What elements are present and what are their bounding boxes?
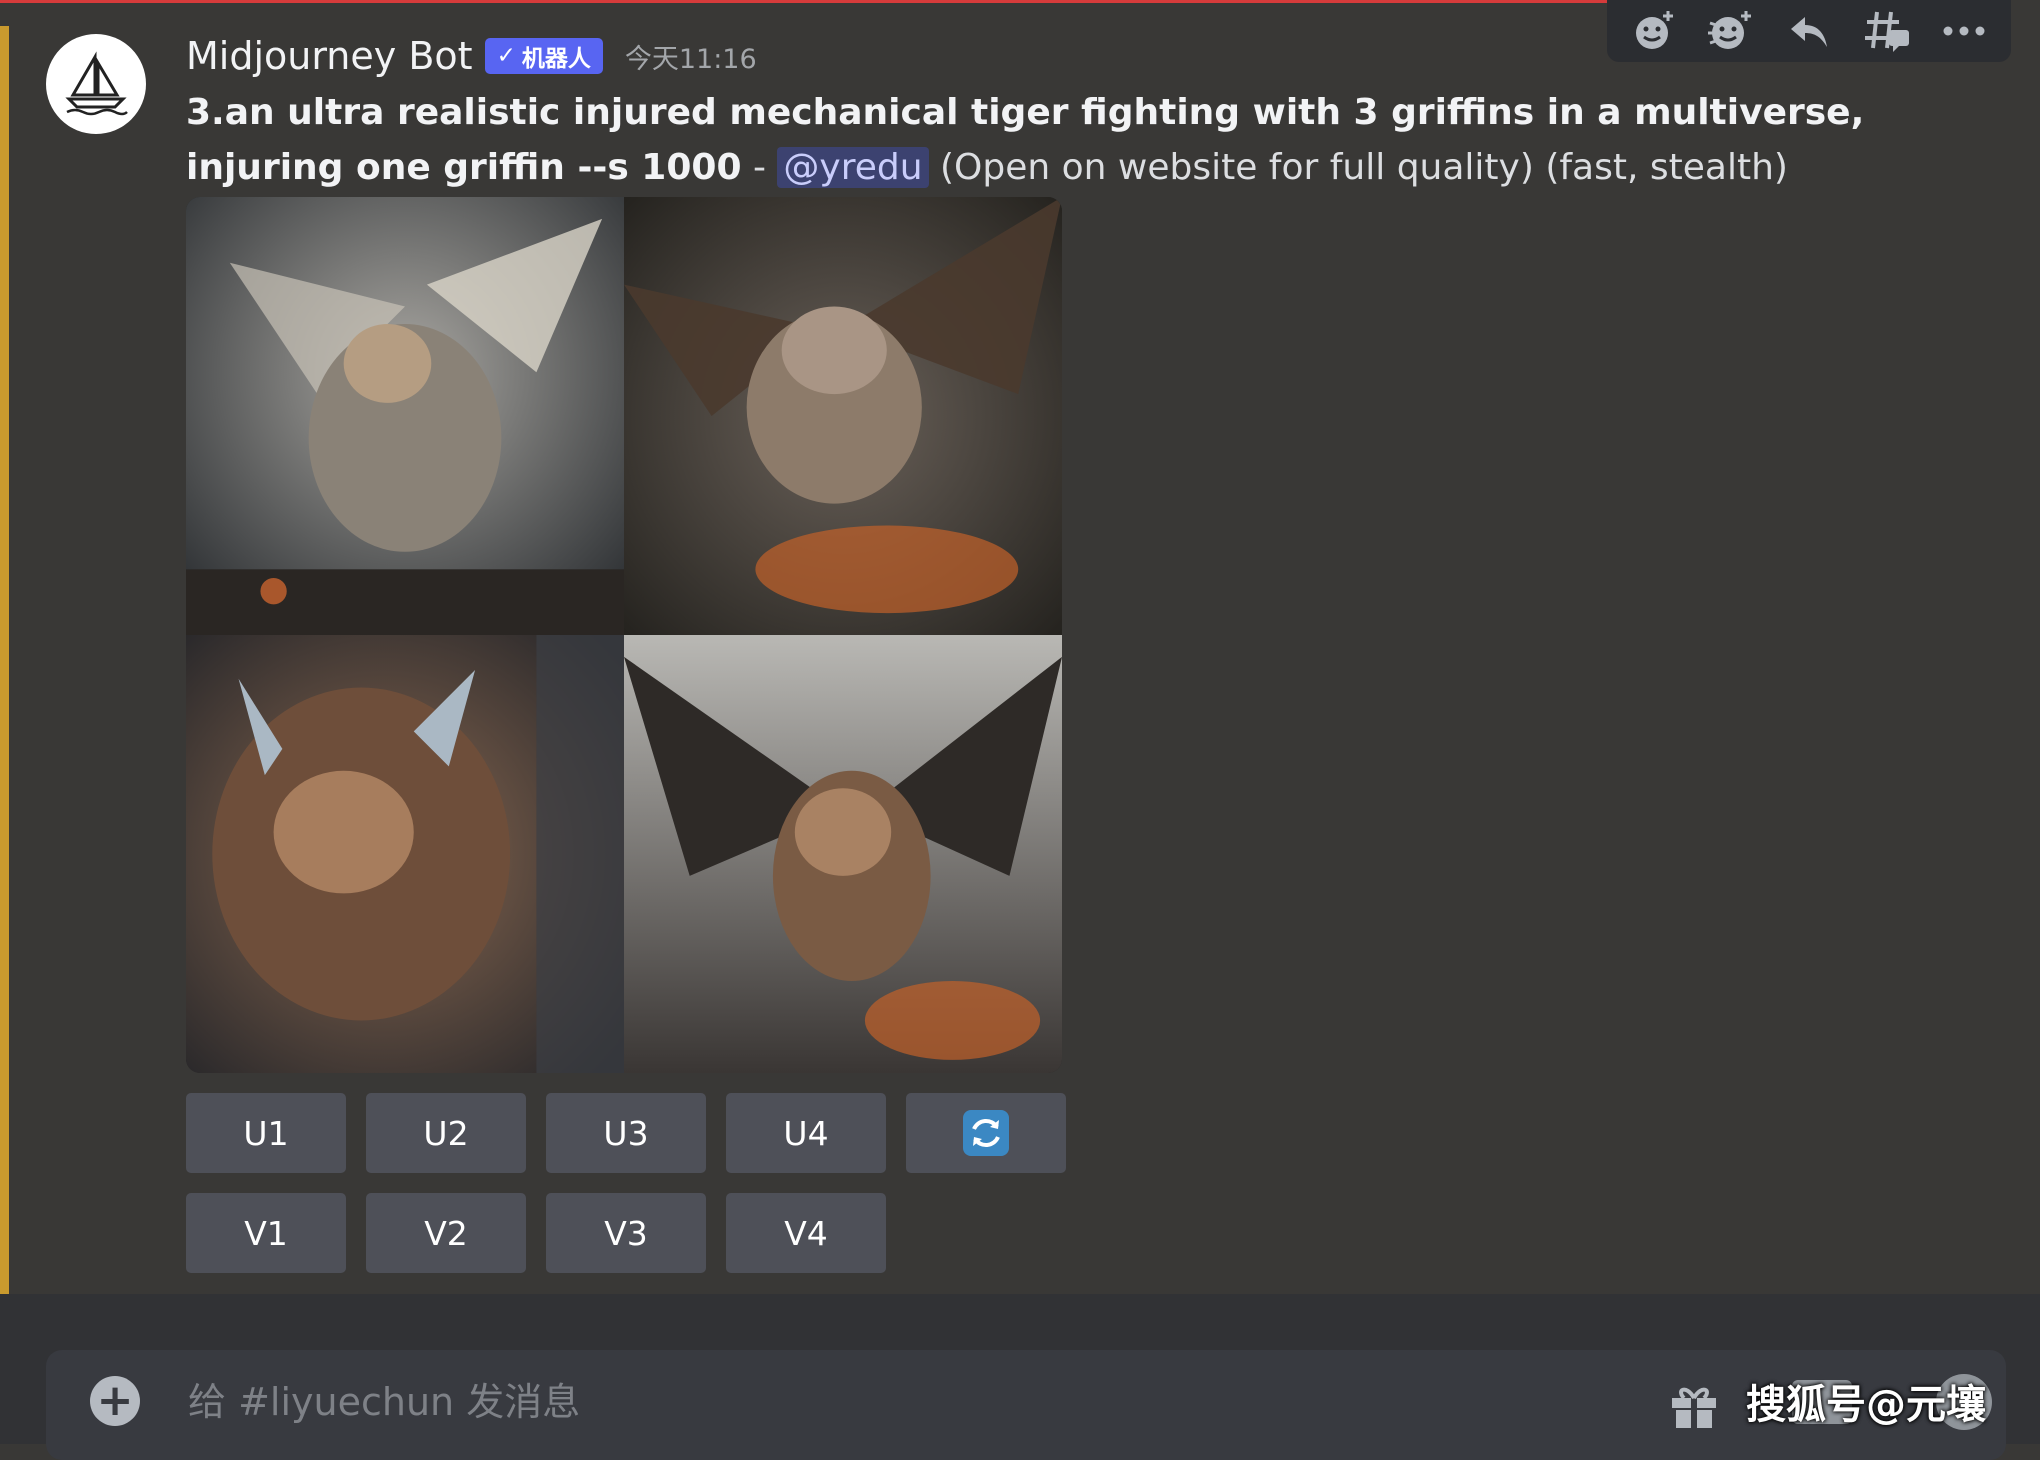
- create-thread-icon[interactable]: [1860, 4, 1914, 58]
- bot-badge: ✓ 机器人: [484, 38, 603, 74]
- message-content: 3.an ultra realistic injured mechanical …: [186, 85, 1886, 195]
- prompt-tail: (Open on website for full quality) (fast…: [928, 147, 1788, 188]
- variation-buttons: V1 V2 V3 V4: [186, 1193, 886, 1273]
- username[interactable]: Midjourney Bot: [186, 34, 473, 78]
- more-icon[interactable]: [1937, 4, 1991, 58]
- u3-button[interactable]: U3: [546, 1093, 706, 1173]
- griffin-image-4: [624, 635, 1062, 1073]
- message-header: Midjourney Bot ✓ 机器人 今天11:16: [186, 28, 757, 84]
- reply-icon[interactable]: [1782, 4, 1836, 58]
- bot-avatar[interactable]: [46, 34, 146, 134]
- prompt-separator: -: [741, 147, 778, 188]
- image-1[interactable]: [186, 197, 624, 635]
- image-4[interactable]: [624, 635, 1062, 1073]
- image-grid[interactable]: [186, 197, 1062, 1073]
- timestamp[interactable]: 今天11:16: [625, 37, 757, 76]
- griffin-image-1: [186, 197, 624, 635]
- user-mention[interactable]: @yredu: [777, 147, 929, 188]
- bot-badge-label: 机器人: [521, 46, 591, 72]
- gift-icon[interactable]: [1666, 1376, 1722, 1432]
- u1-button[interactable]: U1: [186, 1093, 346, 1173]
- sailboat-logo-icon: [65, 51, 128, 116]
- u4-button[interactable]: U4: [726, 1093, 886, 1173]
- super-reaction-icon[interactable]: [1704, 4, 1758, 58]
- image-2[interactable]: [624, 197, 1062, 635]
- message-input[interactable]: [186, 1364, 1570, 1440]
- attach-plus-icon[interactable]: +: [90, 1376, 140, 1426]
- verified-check-icon: ✓: [496, 43, 516, 69]
- image-3[interactable]: [186, 635, 624, 1073]
- top-accent-line: [0, 0, 1610, 3]
- v3-button[interactable]: V3: [546, 1193, 706, 1273]
- upscale-buttons: U1 U2 U3 U4: [186, 1093, 1066, 1173]
- v1-button[interactable]: V1: [186, 1193, 346, 1273]
- griffin-image-2: [624, 197, 1062, 635]
- watermark: 搜狐号@元壤: [1746, 1382, 1986, 1428]
- v2-button[interactable]: V2: [366, 1193, 526, 1273]
- mention-highlight-bar: [0, 26, 9, 1294]
- v4-button[interactable]: V4: [726, 1193, 886, 1273]
- griffin-image-3: [186, 635, 624, 1073]
- refresh-icon: [963, 1110, 1009, 1156]
- message-toolbar: [1607, 0, 2011, 62]
- reroll-button[interactable]: [906, 1093, 1066, 1173]
- add-reaction-icon[interactable]: [1627, 4, 1681, 58]
- u2-button[interactable]: U2: [366, 1093, 526, 1173]
